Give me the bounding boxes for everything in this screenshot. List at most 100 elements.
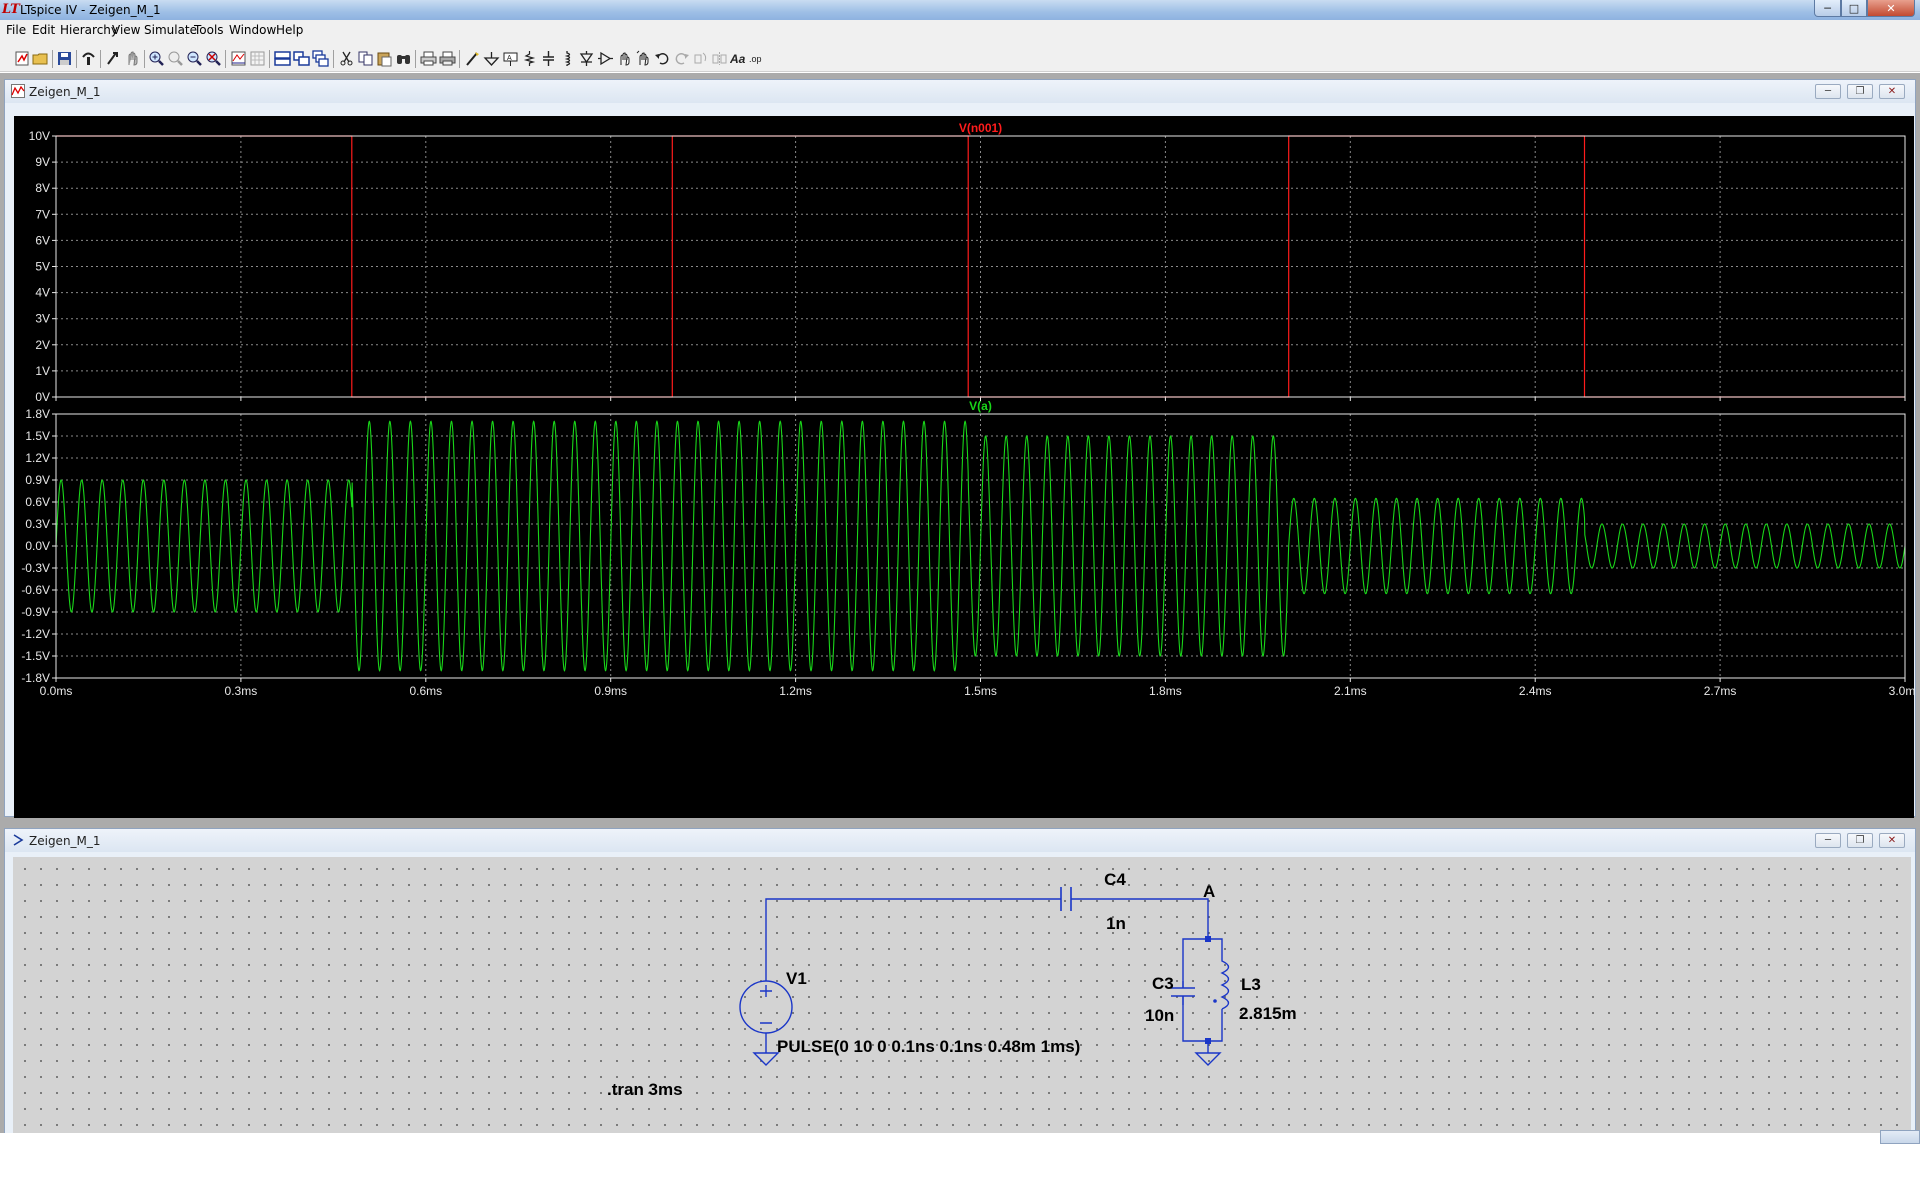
menu-edit[interactable]: Edit (32, 23, 55, 37)
autorange-icon[interactable] (230, 50, 247, 67)
plot-bottom-title[interactable]: V(a) (969, 399, 992, 413)
tile-horizontal-icon[interactable] (274, 50, 291, 67)
schematic-window-title: Zeigen_M_1 (29, 834, 101, 848)
halt-icon[interactable] (124, 50, 141, 67)
net-label-a[interactable]: A (1203, 882, 1215, 901)
waveform-plot[interactable]: 0V 1V 2V 3V 4V 5V 6V 7V 8V 9V 10V 1.8V 1.5V 1.2V 0.9V… (14, 116, 1920, 818)
maximize-button[interactable]: □ (1841, 0, 1867, 17)
waveform-restore-button[interactable]: ❐ (1847, 84, 1873, 99)
ground-icon[interactable] (483, 50, 500, 67)
waveform-window-titlebar[interactable]: Zeigen_M_1 ─ ❐ ✕ (5, 80, 1915, 103)
drag-icon[interactable] (635, 50, 652, 67)
wire-v1-to-c4[interactable] (765, 898, 1061, 981)
menu-tools[interactable]: Tools (194, 23, 224, 37)
zoom-fit-icon[interactable] (205, 50, 222, 67)
schematic-window[interactable]: Zeigen_M_1 ─ ❐ ✕ C4 1n A V1 PULSE(0 10 0… (4, 828, 1916, 1136)
wire-l3-bottom[interactable] (1207, 1009, 1223, 1053)
inductor-icon[interactable] (559, 50, 576, 67)
move-icon[interactable] (616, 50, 633, 67)
spice-directive-tran[interactable]: .tran 3ms (607, 1080, 683, 1099)
x-axis-ticks: 0.0ms 0.3ms 0.6ms 0.9ms 1.2ms 1.5ms 1.8ms 2.1ms… (40, 684, 1920, 698)
plot-pane[interactable]: 0V 1V 2V 3V 4V 5V 6V 7V 8V 9V 10V 1.8V 1.5V 1.2V 0.9V… (14, 116, 1920, 818)
v1-name-label[interactable]: V1 (786, 969, 807, 988)
waveform-window[interactable]: Zeigen_M_1 ─ ❐ ✕ 0V 1V 2V 3V 4V 5V 6V 7V 8V 9V 10V… (4, 79, 1920, 818)
l3-value-label[interactable]: 2.815m (1239, 1004, 1297, 1023)
y-tick-label: 3V (35, 312, 50, 326)
rotate-icon[interactable] (692, 50, 709, 67)
minimize-button[interactable]: ─ (1814, 0, 1841, 17)
y-tick-label: 1.2V (25, 451, 50, 465)
copy-icon[interactable] (357, 50, 374, 67)
menu-file[interactable]: File (6, 23, 26, 37)
inductor-l3[interactable] (1220, 954, 1230, 1010)
spice-directive-icon[interactable]: .op (749, 50, 766, 67)
x-tick-label: 0.3ms (225, 684, 258, 698)
capacitor-c3[interactable] (1171, 981, 1195, 1005)
menu-view[interactable]: View (112, 23, 140, 37)
menu-simulate[interactable]: Simulate (144, 23, 197, 37)
menu-help[interactable]: Help (276, 23, 303, 37)
c3-name-label[interactable]: C3 (1152, 974, 1174, 993)
redo-icon[interactable] (673, 50, 690, 67)
waveform-close-button[interactable]: ✕ (1879, 84, 1905, 99)
c4-name-label[interactable]: C4 (1104, 870, 1126, 889)
zoom-in-icon[interactable] (148, 50, 165, 67)
diode-icon[interactable] (578, 50, 595, 67)
paste-icon[interactable] (376, 50, 393, 67)
trace-v-a[interactable] (55, 420, 1906, 672)
schematic-canvas[interactable]: C4 1n A V1 PULSE(0 10 0 0.1ns 0.1ns 0.48… (13, 857, 1911, 1133)
control-panel-icon[interactable] (80, 50, 97, 67)
wire-c3-bottom[interactable] (1182, 1005, 1208, 1042)
app-title: LTspice IV - Zeigen_M_1 (20, 3, 161, 17)
cut-icon[interactable] (338, 50, 355, 67)
component-icon[interactable] (597, 50, 614, 67)
zoom-out-icon[interactable] (186, 50, 203, 67)
wire-a-to-c3[interactable] (1182, 938, 1208, 981)
c4-value-label[interactable]: 1n (1106, 914, 1126, 933)
find-icon[interactable] (395, 50, 412, 67)
plot-top-title[interactable]: V(n001) (959, 121, 1002, 135)
text-icon[interactable]: Aa (730, 50, 747, 67)
wire-c4-to-a[interactable] (1071, 898, 1209, 939)
ground-symbol-v1[interactable] (752, 1052, 780, 1066)
new-schematic-icon[interactable] (14, 50, 31, 67)
save-icon[interactable] (56, 50, 73, 67)
schematic-drawing[interactable]: C4 1n A V1 PULSE(0 10 0 0.1ns 0.1ns 0.48… (13, 857, 1911, 1133)
grid-icon[interactable] (249, 50, 266, 67)
capacitor-icon[interactable] (540, 50, 557, 67)
schematic-minimize-button[interactable]: ─ (1815, 833, 1841, 848)
open-folder-icon[interactable] (32, 50, 49, 67)
ground-symbol-tank[interactable] (1194, 1052, 1222, 1066)
y-tick-label: 1.5V (25, 429, 50, 443)
plot-top-grid (52, 135, 1906, 401)
waveform-window-title: Zeigen_M_1 (29, 85, 101, 99)
x-tick-label: 3.0ms (1889, 684, 1914, 698)
schematic-close-button[interactable]: ✕ (1879, 833, 1905, 848)
window-resize-grip[interactable] (1880, 1130, 1920, 1144)
capacitor-c4[interactable] (1060, 887, 1072, 911)
mirror-icon[interactable] (711, 50, 728, 67)
menu-hierarchy[interactable]: Hierarchy (60, 23, 118, 37)
menu-window[interactable]: Window (229, 23, 276, 37)
label-net-icon[interactable]: A (502, 50, 519, 67)
pan-icon[interactable] (167, 50, 184, 67)
cascade-icon[interactable] (312, 50, 329, 67)
waveform-minimize-button[interactable]: ─ (1815, 84, 1841, 99)
run-icon[interactable] (104, 50, 121, 67)
v1-value-label[interactable]: PULSE(0 10 0 0.1ns 0.1ns 0.48m 1ms) (777, 1037, 1080, 1056)
undo-icon[interactable] (654, 50, 671, 67)
y-tick-label: 0.3V (25, 517, 50, 531)
x-tick-label: 1.5ms (964, 684, 997, 698)
close-button[interactable]: ✕ (1867, 0, 1915, 17)
wire-icon[interactable] (464, 50, 481, 67)
c3-value-label[interactable]: 10n (1145, 1006, 1174, 1025)
title-bar[interactable]: LT LTspice IV - Zeigen_M_1 ─ □ ✕ (0, 0, 1920, 20)
schematic-restore-button[interactable]: ❐ (1847, 833, 1873, 848)
print-icon[interactable] (420, 50, 437, 67)
resistor-icon[interactable] (521, 50, 538, 67)
tile-vertical-icon[interactable] (293, 50, 310, 67)
print-setup-icon[interactable] (439, 50, 456, 67)
voltage-source-v1[interactable] (739, 980, 793, 1034)
l3-name-label[interactable]: L3 (1241, 975, 1261, 994)
schematic-window-titlebar[interactable]: Zeigen_M_1 ─ ❐ ✕ (5, 829, 1915, 852)
